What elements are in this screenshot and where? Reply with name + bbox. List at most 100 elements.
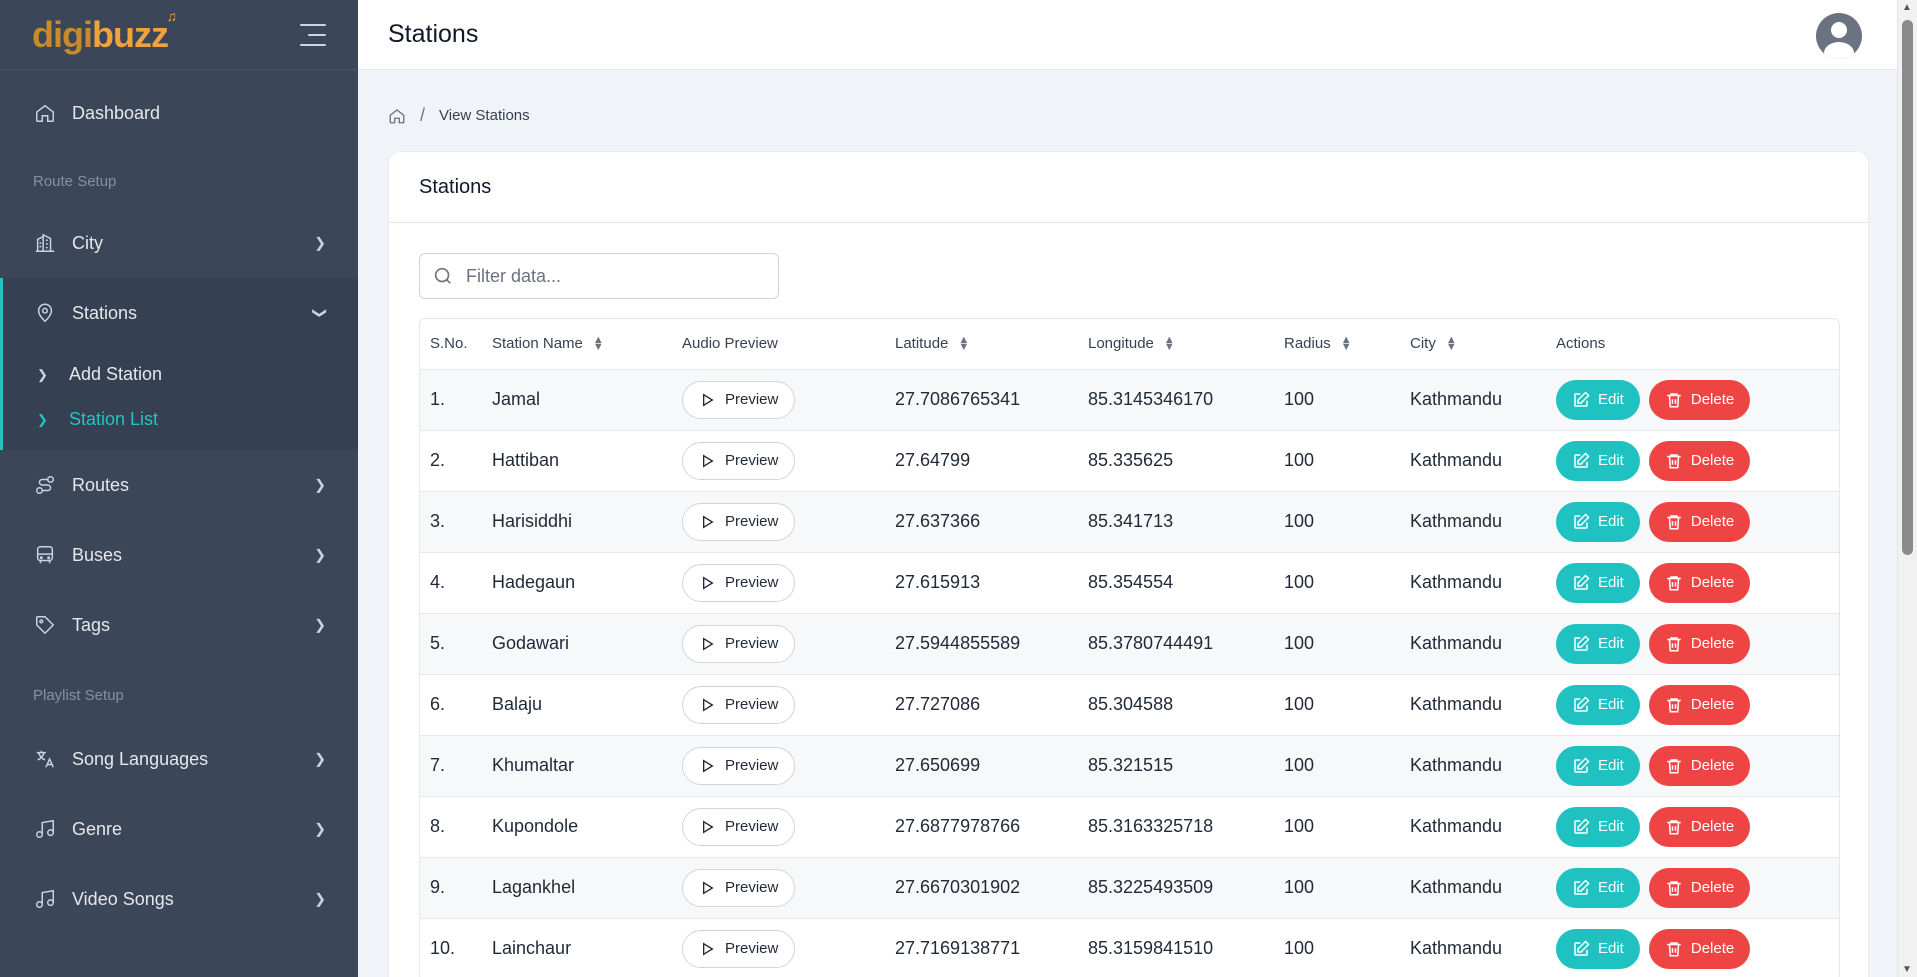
edit-button[interactable]: Edit (1556, 806, 1640, 847)
sidebar-item-song-languages[interactable]: Song Languages ❯ (0, 724, 358, 794)
edit-button[interactable]: Edit (1556, 684, 1640, 725)
sidebar-item-genre[interactable]: Genre ❯ (0, 794, 358, 864)
chevron-right-icon: ❯ (314, 616, 326, 633)
delete-button[interactable]: Delete (1648, 440, 1751, 481)
delete-button[interactable]: Delete (1648, 806, 1751, 847)
logo[interactable]: digibuzz ♫ (32, 8, 177, 56)
cell-radius: 100 (1274, 918, 1400, 977)
search-box[interactable] (419, 253, 779, 299)
delete-button[interactable]: Delete (1648, 684, 1751, 725)
preview-button[interactable]: Preview (682, 563, 796, 602)
delete-button[interactable]: Delete (1648, 928, 1751, 969)
scrollbar-thumb[interactable] (1902, 20, 1913, 555)
edit-button[interactable]: Edit (1556, 562, 1640, 603)
music-note-icon (34, 888, 56, 910)
cell-actions: Edit Delete (1546, 369, 1839, 431)
preview-button[interactable]: Preview (682, 502, 796, 541)
edit-label: Edit (1598, 757, 1624, 774)
sidebar-item-stations[interactable]: Stations ❯ (0, 278, 358, 348)
preview-button[interactable]: Preview (682, 807, 796, 846)
sort-icon[interactable]: ▲ ▼ (1446, 335, 1457, 353)
sidebar-item-tags[interactable]: Tags ❯ (0, 590, 358, 660)
delete-label: Delete (1690, 879, 1735, 896)
header-city[interactable]: City ▲ ▼ (1400, 319, 1546, 370)
cell-radius: 100 (1274, 552, 1400, 614)
sort-icon[interactable]: ▲ ▼ (1164, 335, 1175, 353)
breadcrumb-current: View Stations (439, 107, 530, 124)
map-pin-icon (34, 302, 56, 324)
user-avatar-icon[interactable] (1816, 13, 1862, 59)
scroll-down-icon[interactable]: ▼ (1902, 964, 1912, 975)
cell-city: Kathmandu (1400, 796, 1546, 858)
preview-button[interactable]: Preview (682, 868, 796, 907)
header-label: City (1410, 335, 1436, 353)
sidebar-subitem-add-station[interactable]: ❯ Add Station (3, 352, 358, 397)
cell-longitude: 85.3145346170 (1078, 369, 1274, 431)
delete-button[interactable]: Delete (1648, 867, 1751, 908)
header-actions: Actions (1546, 319, 1839, 370)
sidebar-item-buses[interactable]: Buses ❯ (0, 520, 358, 590)
trash-icon (1665, 940, 1683, 958)
edit-button[interactable]: Edit (1556, 501, 1640, 542)
header-latitude[interactable]: Latitude ▲ ▼ (885, 319, 1078, 370)
header-station-name[interactable]: Station Name ▲ ▼ (482, 319, 672, 370)
edit-icon (1572, 512, 1590, 531)
delete-button[interactable]: Delete (1648, 501, 1751, 542)
sort-icon[interactable]: ▲ ▼ (1341, 335, 1352, 353)
cell-longitude: 85.3780744491 (1078, 613, 1274, 675)
header-longitude[interactable]: Longitude ▲ ▼ (1078, 319, 1274, 370)
edit-button[interactable]: Edit (1556, 867, 1640, 908)
page-scrollbar[interactable]: ▲ ▼ (1897, 0, 1917, 977)
sidebar-subitem-station-list[interactable]: ❯ Station List (3, 397, 358, 442)
header-radius[interactable]: Radius ▲ ▼ (1274, 319, 1400, 370)
cell-latitude: 27.727086 (885, 674, 1078, 736)
cell-actions: Edit Delete (1546, 430, 1839, 492)
delete-label: Delete (1690, 452, 1735, 469)
preview-button[interactable]: Preview (682, 685, 796, 724)
search-input[interactable] (466, 265, 766, 287)
edit-button[interactable]: Edit (1556, 928, 1640, 969)
chevron-right-icon: ❯ (314, 890, 326, 907)
delete-button[interactable]: Delete (1648, 562, 1751, 603)
preview-button[interactable]: Preview (682, 441, 796, 480)
sidebar-item-video-songs[interactable]: Video Songs ❯ (0, 864, 358, 934)
cell-audio-preview: Preview (672, 735, 885, 797)
header-sno: S.No. (420, 319, 482, 370)
scroll-up-icon[interactable]: ▲ (1902, 2, 1912, 13)
edit-button[interactable]: Edit (1556, 745, 1640, 786)
delete-button[interactable]: Delete (1648, 745, 1751, 786)
delete-button[interactable]: Delete (1648, 623, 1751, 664)
preview-button[interactable]: Preview (682, 746, 796, 785)
preview-button[interactable]: Preview (682, 929, 796, 968)
cell-sno: 10. (420, 918, 482, 977)
preview-button[interactable]: Preview (682, 624, 796, 663)
chevron-right-icon: ❯ (314, 234, 326, 251)
delete-button[interactable]: Delete (1648, 379, 1751, 420)
home-icon[interactable] (388, 107, 406, 125)
edit-button[interactable]: Edit (1556, 623, 1640, 664)
preview-label: Preview (725, 818, 779, 835)
sort-icon[interactable]: ▲ ▼ (958, 335, 969, 353)
trash-icon (1665, 879, 1683, 897)
edit-button[interactable]: Edit (1556, 379, 1640, 420)
play-icon (699, 941, 715, 957)
menu-toggle-icon[interactable] (300, 23, 326, 46)
header-audio-preview: Audio Preview (672, 319, 885, 370)
edit-button[interactable]: Edit (1556, 440, 1640, 481)
sidebar-item-city[interactable]: City ❯ (0, 208, 358, 278)
card-title: Stations (389, 152, 1868, 223)
cell-latitude: 27.6670301902 (885, 857, 1078, 919)
preview-button[interactable]: Preview (682, 380, 796, 419)
header-label: Radius (1284, 335, 1331, 353)
delete-label: Delete (1690, 696, 1735, 713)
logo-text-buzz: buzz (91, 13, 169, 55)
cell-radius: 100 (1274, 430, 1400, 492)
cell-audio-preview: Preview (672, 430, 885, 492)
edit-label: Edit (1598, 696, 1624, 713)
home-icon (34, 102, 56, 124)
sidebar-item-dashboard[interactable]: Dashboard (0, 78, 358, 148)
edit-label: Edit (1598, 940, 1624, 957)
sidebar-item-routes[interactable]: Routes ❯ (0, 450, 358, 520)
sort-icon[interactable]: ▲ ▼ (593, 335, 604, 353)
play-icon (699, 514, 715, 530)
